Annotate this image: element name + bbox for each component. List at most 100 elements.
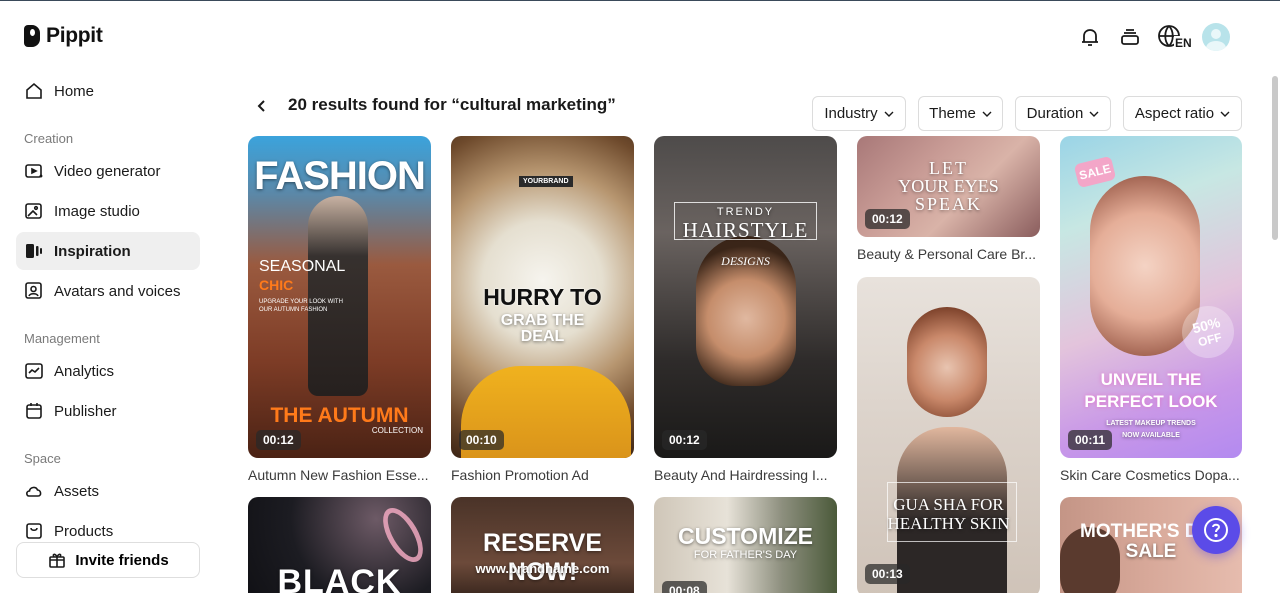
template-title[interactable]: Skin Care Cosmetics Dopa... <box>1060 467 1243 483</box>
section-label-space: Space <box>24 451 61 466</box>
overlay-brand: YOURBRAND <box>519 176 573 187</box>
avatar[interactable] <box>1202 23 1230 51</box>
sidebar-item-home[interactable]: Home <box>16 72 200 110</box>
template-thumbnail[interactable]: RESERVE NOW! www.brandname.com <box>451 497 634 593</box>
sidebar-item-avatars-and-voices[interactable]: Avatars and voices <box>16 272 200 310</box>
page-scrollbar[interactable] <box>1272 76 1278 240</box>
notification-bell-icon[interactable] <box>1077 24 1103 50</box>
overlay-subtext: LATEST MAKEUP TRENDS <box>1106 420 1196 427</box>
chevron-down-icon <box>1220 111 1230 117</box>
overlay-headline: HAIRSTYLE <box>682 218 809 242</box>
overlay-headline: BLACK <box>277 563 402 593</box>
sale-badge: SALE <box>1073 155 1117 189</box>
chevron-down-icon <box>1089 111 1099 117</box>
template-thumbnail[interactable]: YOURBRAND HURRY TO GRAB THE DEAL 00:10 <box>451 136 634 458</box>
sidebar-item-label: Avatars and voices <box>54 282 181 300</box>
credits-stack-icon[interactable] <box>1117 24 1143 50</box>
section-label-management: Management <box>24 331 100 346</box>
template-thumbnail[interactable]: CUSTOMIZE FOR FATHER'S DAY 00:08 <box>654 497 837 593</box>
gift-icon <box>47 550 67 570</box>
home-icon <box>24 81 44 101</box>
overlay-headline: FASHION <box>254 154 426 198</box>
top-border <box>0 0 1280 1</box>
app-name: Pippit <box>46 24 103 47</box>
duration-badge: 00:08 <box>662 581 707 593</box>
template-thumbnail[interactable]: SALE 50% OFF UNVEIL THE PERFECT LOOK LAT… <box>1060 136 1242 458</box>
ribbon-decoration <box>375 501 431 569</box>
overlay-text: PERFECT LOOK <box>1084 392 1218 411</box>
filter-theme[interactable]: Theme <box>918 96 1003 131</box>
overlay-headline: CUSTOMIZE <box>677 523 814 549</box>
sidebar-item-publisher[interactable]: Publisher <box>16 392 200 430</box>
inspiration-icon <box>24 241 44 261</box>
sidebar-item-inspiration[interactable]: Inspiration <box>16 232 200 270</box>
overlay-text: SEASONAL <box>259 258 346 275</box>
duration-badge: 00:13 <box>865 564 910 584</box>
overlay-headline: UNVEIL THE <box>1100 370 1202 389</box>
language-globe-icon[interactable]: EN <box>1157 24 1193 50</box>
template-thumbnail[interactable]: GUA SHA FOR HEALTHY SKIN 00:13 <box>857 277 1040 593</box>
sidebar-item-label: Products <box>54 522 114 540</box>
back-button[interactable] <box>252 96 272 116</box>
sidebar: Home Creation Video generator Image stud… <box>0 70 216 593</box>
duration-badge: 00:10 <box>459 430 504 450</box>
overlay-text: TRENDY <box>716 206 775 218</box>
chevron-down-icon <box>884 111 894 117</box>
model-face <box>907 307 987 417</box>
section-label-creation: Creation <box>24 131 74 146</box>
template-thumbnail[interactable]: BLACK <box>248 497 431 593</box>
template-title[interactable]: Autumn New Fashion Esse... <box>248 467 431 483</box>
overlay-accent: CHIC <box>259 277 294 293</box>
overlay-headline: RESERVE NOW! <box>482 529 603 586</box>
overlay-headline: MOTHER'S D <box>1080 521 1199 542</box>
filter-label: Theme <box>929 105 976 122</box>
duration-badge: 00:12 <box>256 430 301 450</box>
template-thumbnail[interactable]: LET YOUR EYES SPEAK 00:12 <box>857 136 1040 237</box>
cloud-icon <box>24 481 44 501</box>
language-code: EN <box>1174 36 1193 50</box>
template-title[interactable]: Beauty And Hairdressing I... <box>654 467 837 483</box>
sidebar-item-image-studio[interactable]: Image studio <box>16 192 200 230</box>
results-title: 20 results found for “cultural marketing… <box>288 95 616 114</box>
analytics-icon <box>24 361 44 381</box>
image-studio-icon <box>24 201 44 221</box>
filter-aspect-ratio[interactable]: Aspect ratio <box>1123 96 1242 131</box>
pippit-logo[interactable]: Pippit <box>24 24 103 48</box>
invite-friends-button[interactable]: Invite friends <box>16 542 200 578</box>
template-title[interactable]: Beauty & Personal Care Br... <box>857 246 1040 262</box>
sidebar-item-label: Inspiration <box>54 242 131 260</box>
sidebar-item-label: Assets <box>54 482 100 500</box>
sidebar-item-video-generator[interactable]: Video generator <box>16 152 200 190</box>
duration-badge: 00:11 <box>1068 430 1113 450</box>
calendar-icon <box>24 401 44 421</box>
sidebar-item-assets[interactable]: Assets <box>16 472 200 510</box>
overlay-text: HEALTHY SKIN <box>887 514 1010 533</box>
overlay-subtext: DESIGNS <box>721 254 770 268</box>
overlay-headline: GUA SHA FOR <box>893 495 1004 514</box>
help-button[interactable] <box>1192 506 1240 554</box>
overlay-headline: HURRY TO <box>483 284 602 310</box>
avatar-voice-icon <box>24 281 44 301</box>
duration-badge: 00:12 <box>865 209 910 229</box>
overlay-bottom: THE AUTUMN <box>270 404 409 427</box>
filter-industry[interactable]: Industry <box>812 96 906 131</box>
model-figure <box>308 196 368 396</box>
filter-duration[interactable]: Duration <box>1015 96 1111 131</box>
sidebar-item-label: Analytics <box>54 362 115 380</box>
sidebar-item-label: Home <box>54 82 95 100</box>
overlay-small-text: UPGRADE YOUR LOOK WITH OUR AUTUMN FASHIO… <box>259 299 343 313</box>
sidebar-item-analytics[interactable]: Analytics <box>16 352 200 390</box>
template-title[interactable]: Fashion Promotion Ad <box>451 467 634 483</box>
filter-label: Duration <box>1026 105 1084 122</box>
pippit-logo-icon <box>24 25 40 47</box>
sidebar-item-label: Video generator <box>54 162 161 180</box>
invite-friends-label: Invite friends <box>75 551 169 569</box>
overlay-url: www.brandname.com <box>475 561 610 576</box>
template-thumbnail[interactable]: FASHION SEASONAL CHIC UPGRADE YOUR LOOK … <box>248 136 431 458</box>
video-generator-icon <box>24 161 44 181</box>
duration-badge: 00:12 <box>662 430 707 450</box>
chevron-down-icon <box>982 111 992 117</box>
overlay-subtext: FOR FATHER'S DAY <box>693 549 798 561</box>
template-thumbnail[interactable]: TRENDY HAIRSTYLE DESIGNS 00:12 <box>654 136 837 458</box>
sidebar-item-label: Publisher <box>54 402 117 420</box>
